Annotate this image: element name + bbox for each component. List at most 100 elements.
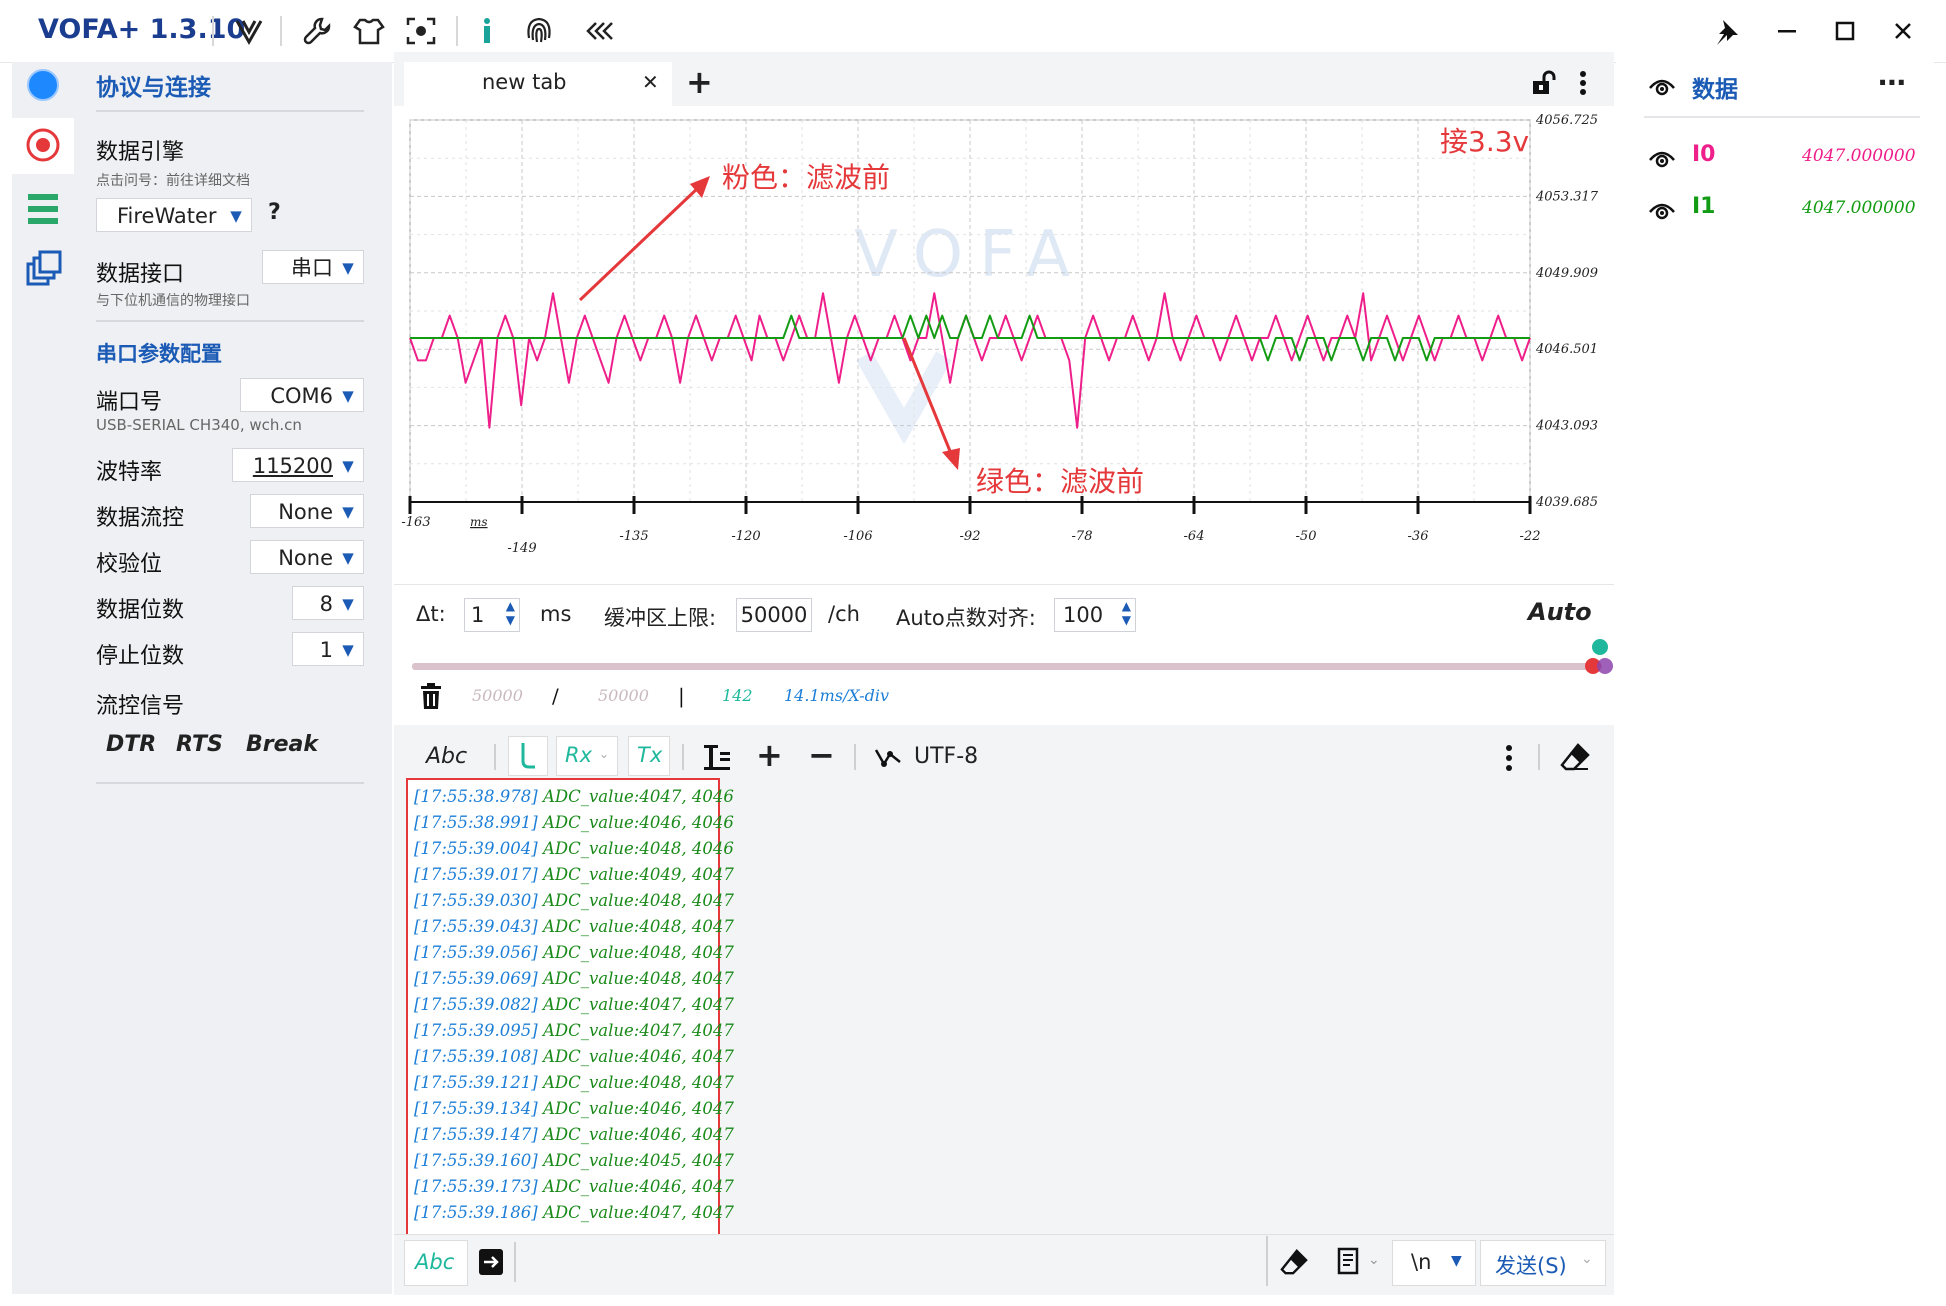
flowctl-select[interactable]: None ▼ xyxy=(250,494,364,528)
break-button[interactable]: Break xyxy=(246,732,318,757)
dtr-button[interactable]: DTR xyxy=(106,732,156,757)
log-message: ADC_value:4048, 4047 xyxy=(537,943,734,962)
zoom-in-button[interactable]: + xyxy=(756,736,783,774)
log-message: ADC_value:4049, 4047 xyxy=(537,865,734,884)
autoalign-spinbox[interactable]: 100 ▲ ▼ xyxy=(1054,598,1136,632)
tab-new-tab[interactable]: new tab ✕ xyxy=(404,62,672,106)
log-timestamp: [17:55:38.991] xyxy=(414,813,538,832)
clear-send-icon[interactable] xyxy=(1280,1248,1308,1280)
encoding-icon[interactable] xyxy=(874,744,902,774)
spinner-arrows-icon[interactable]: ▲ ▼ xyxy=(1122,599,1131,627)
waveform-chart[interactable]: VOFA4056.7254053.3174049.9094046.5014043… xyxy=(394,106,1614,584)
y-tick-label: 4049.909 xyxy=(1535,266,1598,281)
newline-value: \n xyxy=(1411,1250,1432,1274)
log-timestamp: [17:55:39.017] xyxy=(414,865,538,884)
eye-icon[interactable] xyxy=(1648,196,1676,228)
chevron-down-icon: ▼ xyxy=(342,641,354,659)
windows-icon[interactable] xyxy=(20,248,66,294)
pin-icon[interactable] xyxy=(1702,10,1752,52)
log-line: [17:55:39.121] ADC_value:4048, 4047 xyxy=(408,1070,734,1096)
log-line: [17:55:39.069] ADC_value:4048, 4047 xyxy=(408,966,734,992)
auto-button[interactable]: Auto xyxy=(1528,598,1592,626)
interface-select[interactable]: 串口 ▼ xyxy=(262,250,364,284)
engine-select[interactable]: FireWater ▼ xyxy=(96,198,252,232)
close-button[interactable] xyxy=(1878,10,1928,52)
shirt-icon[interactable] xyxy=(352,14,386,48)
text-format-icon[interactable] xyxy=(702,742,732,776)
x-unit-label: ms xyxy=(470,515,488,529)
buffer-label: 缓冲区上限: xyxy=(604,606,717,630)
log-timestamp: [17:55:39.043] xyxy=(414,917,538,936)
more-vertical-icon[interactable] xyxy=(1576,70,1590,100)
list-icon[interactable] xyxy=(20,186,66,232)
maximize-button[interactable] xyxy=(1820,10,1870,52)
x-tick-label: -92 xyxy=(960,529,981,544)
trash-icon[interactable] xyxy=(418,682,444,714)
zoom-out-button[interactable]: − xyxy=(808,736,835,774)
engine-label: 数据引擎 xyxy=(96,140,185,165)
divider xyxy=(1644,116,1920,118)
file-send-icon[interactable] xyxy=(478,1248,504,1280)
vofa-logo-icon[interactable] xyxy=(232,14,266,48)
toolbar-separator xyxy=(212,16,214,46)
fingerprint-icon[interactable] xyxy=(522,14,556,48)
parity-select[interactable]: None ▼ xyxy=(250,540,364,574)
stat-count: 50000 xyxy=(472,686,523,705)
hook-icon[interactable] xyxy=(508,736,548,776)
newline-select[interactable]: \n ▼ xyxy=(1392,1240,1476,1286)
stat-visible: 142 xyxy=(722,686,753,705)
screenshot-icon[interactable] xyxy=(404,14,438,48)
record-icon[interactable] xyxy=(20,122,66,168)
section-title-serial: 串口参数配置 xyxy=(96,342,222,366)
abc-button[interactable]: Abc xyxy=(426,744,467,769)
databits-select[interactable]: 8 ▼ xyxy=(292,586,364,620)
log-timestamp: [17:55:39.095] xyxy=(414,1021,538,1040)
eye-icon[interactable] xyxy=(1648,72,1676,104)
collapse-icon[interactable] xyxy=(584,14,618,48)
log-timestamp: [17:55:39.121] xyxy=(414,1073,538,1092)
log-timestamp: [17:55:39.134] xyxy=(414,1099,538,1118)
data-panel-title: 数据 xyxy=(1692,77,1738,103)
eraser-icon[interactable] xyxy=(1560,742,1590,776)
divider xyxy=(854,744,856,770)
send-button[interactable]: 发送(S) ⌄ xyxy=(1480,1240,1606,1286)
unlock-icon[interactable] xyxy=(1530,70,1556,100)
tab-close-icon[interactable]: ✕ xyxy=(642,70,659,94)
tx-toggle[interactable]: Tx xyxy=(628,736,670,776)
tab-label: new tab xyxy=(482,70,567,94)
autoalign-label: Auto点数对齐: xyxy=(896,606,1036,630)
info-icon[interactable] xyxy=(470,14,504,48)
encoding-label[interactable]: UTF-8 xyxy=(914,744,978,769)
history-icon[interactable]: ⌄ xyxy=(1334,1246,1380,1280)
channel-name[interactable]: I1 xyxy=(1692,194,1716,219)
connection-status-icon[interactable] xyxy=(20,62,66,108)
send-format-button[interactable]: Abc xyxy=(404,1240,468,1286)
minimize-button[interactable] xyxy=(1762,10,1812,52)
dt-spinbox[interactable]: 1 ▲ ▼ xyxy=(464,598,520,632)
baud-select[interactable]: 115200 ▼ xyxy=(232,448,364,482)
channel-name[interactable]: I0 xyxy=(1692,142,1716,167)
log-line: [17:55:39.147] ADC_value:4046, 4047 xyxy=(408,1122,734,1148)
terminal-log[interactable]: [17:55:38.978] ADC_value:4047, 4046 [17:5… xyxy=(406,778,734,1238)
spinner-arrows-icon[interactable]: ▲ ▼ xyxy=(506,599,515,627)
port-select[interactable]: COM6 ▼ xyxy=(240,378,364,412)
x-tick-label: -50 xyxy=(1296,529,1317,544)
dt-value: 1 xyxy=(471,603,485,627)
x-tick-label: -22 xyxy=(1520,529,1541,544)
more-vertical-icon[interactable] xyxy=(1502,744,1516,776)
stopbits-select[interactable]: 1 ▼ xyxy=(292,632,364,666)
history-slider-track[interactable] xyxy=(412,663,1602,670)
log-line: [17:55:38.991] ADC_value:4046, 4046 xyxy=(408,810,734,836)
help-button[interactable]: ? xyxy=(268,200,281,225)
rx-toggle[interactable]: Rx ⌄ xyxy=(556,736,618,776)
buffer-input[interactable]: 50000 xyxy=(736,598,812,632)
log-timestamp: [17:55:39.069] xyxy=(414,969,538,988)
wrench-icon[interactable] xyxy=(300,14,334,48)
chevron-down-icon: ⌄ xyxy=(1368,1252,1380,1268)
rts-button[interactable]: RTS xyxy=(176,732,223,757)
history-slider-thumb[interactable] xyxy=(1580,636,1616,678)
more-horizontal-icon[interactable]: ⋯ xyxy=(1878,66,1906,99)
eye-icon[interactable] xyxy=(1648,144,1676,176)
log-line: [17:55:39.173] ADC_value:4046, 4047 xyxy=(408,1174,734,1200)
add-tab-button[interactable]: + xyxy=(686,62,713,102)
